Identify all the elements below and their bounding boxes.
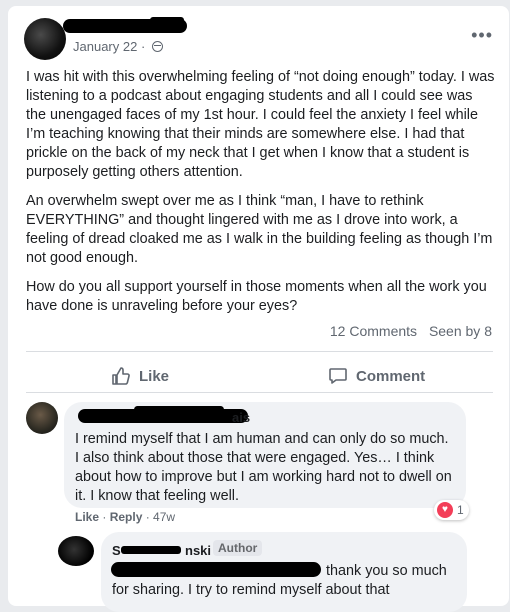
seen-by-count[interactable]: Seen by 8 (429, 323, 492, 339)
reaction-count: 1 (457, 503, 464, 517)
redacted-reply-name (121, 546, 181, 554)
reply-text-line2: for sharing. I try to remind myself abou… (112, 582, 390, 598)
commenter-avatar[interactable] (26, 402, 58, 434)
comment-like-link[interactable]: Like (75, 510, 99, 524)
post-body: I was hit with this overwhelming feeling… (26, 68, 496, 326)
reply-bubble: S nski Author thank you so much for shar… (101, 532, 467, 612)
reaction-badge[interactable]: ♥ 1 (434, 500, 469, 520)
comment-age[interactable]: 47w (153, 510, 175, 524)
post-paragraph-1: I was hit with this overwhelming feeling… (26, 69, 495, 180)
comment-reply-link[interactable]: Reply (110, 510, 143, 524)
redacted-scribble (150, 17, 184, 23)
like-button[interactable]: Like (111, 363, 169, 389)
post-stats: 12 Comments Seen by 8 (330, 323, 492, 339)
reply-text-line1: thank you so much (326, 563, 447, 579)
post-timestamp[interactable]: January 22 · (73, 39, 163, 54)
author-badge: Author (213, 540, 263, 556)
heart-icon: ♥ (437, 502, 453, 518)
reply-name-end[interactable]: nski (185, 543, 211, 558)
comment-button[interactable]: Comment (328, 363, 425, 389)
privacy-globe-icon (151, 41, 163, 52)
actions-divider (26, 392, 493, 393)
comment-meta: Like · Reply · 47w (75, 510, 176, 524)
post-date[interactable]: January 22 (73, 39, 137, 54)
comment-bubble: ais I remind myself that I am human and … (64, 402, 466, 508)
post-author-avatar[interactable] (24, 18, 66, 60)
comments-count[interactable]: 12 Comments (330, 323, 417, 339)
commenter-name-fragment[interactable]: ais (232, 410, 250, 425)
reply-name-start[interactable]: S (112, 543, 121, 558)
post-card: January 22 · ••• I was hit with this ove… (8, 6, 509, 612)
post-paragraph-2: An overwhelm swept over me as I think “m… (26, 193, 493, 266)
reply-author-avatar[interactable] (58, 536, 94, 566)
post-paragraph-3: How do you all support yourself in those… (26, 279, 487, 314)
redacted-reply-mention (111, 562, 321, 577)
stats-divider (26, 351, 493, 352)
more-options-icon[interactable]: ••• (471, 26, 493, 44)
comment-text: I remind myself that I am human and can … (75, 431, 452, 504)
like-label: Like (139, 367, 170, 385)
comment-icon (329, 368, 347, 384)
redacted-scribble (134, 406, 224, 413)
thumbs-up-icon (112, 367, 130, 385)
comment-label: Comment (356, 367, 426, 385)
